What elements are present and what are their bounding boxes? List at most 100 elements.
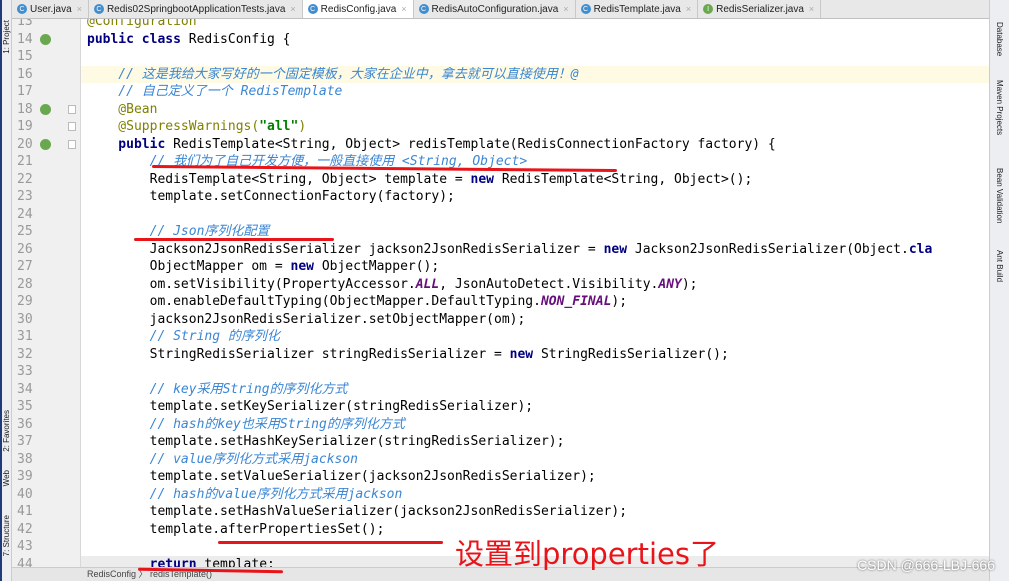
- code-line[interactable]: template.setHashValueSerializer(jackson2…: [81, 503, 989, 521]
- code-token: jackson2JsonRedisSerializer.setObjectMap…: [87, 311, 526, 327]
- tool-maven-projects[interactable]: Maven Projects: [995, 80, 1004, 135]
- bean-gutter-icon[interactable]: [40, 103, 51, 115]
- code-line[interactable]: jackson2JsonRedisSerializer.setObjectMap…: [81, 311, 989, 329]
- code-line[interactable]: // 这是我给大家写好的一个固定模板，大家在企业中，拿去就可以直接使用！@: [81, 65, 989, 83]
- bean-gutter-icon[interactable]: [40, 138, 51, 150]
- line-number-text: 43: [17, 539, 33, 554]
- tab-label: RedisTemplate.java: [593, 3, 681, 15]
- line-number: 28: [12, 276, 80, 294]
- fold-marker-icon[interactable]: [68, 104, 76, 114]
- code-token: template.afterPropertiesSet();: [87, 521, 385, 537]
- line-number-text: 44: [17, 556, 33, 568]
- class-icon: C: [307, 4, 318, 14]
- code-token: // value序列化方式采用jackson: [87, 451, 359, 467]
- code-line[interactable]: public class RedisConfig {: [81, 31, 989, 49]
- close-tab-icon[interactable]: ×: [401, 4, 406, 14]
- code-line[interactable]: public RedisTemplate<String, Object> red…: [81, 136, 989, 154]
- code-line[interactable]: [81, 48, 989, 66]
- code-token: // Json序列化配置: [87, 224, 270, 239]
- code-line[interactable]: [81, 363, 989, 381]
- code-token: ALL: [415, 276, 440, 292]
- line-number-text: 39: [17, 469, 33, 484]
- line-number-text: 22: [17, 171, 33, 187]
- line-number-text: 21: [17, 154, 33, 169]
- code-line[interactable]: // key采用String的序列化方式: [81, 381, 989, 399]
- close-tab-icon[interactable]: ×: [809, 4, 814, 14]
- code-line[interactable]: template.setValueSerializer(jackson2Json…: [81, 468, 989, 486]
- tool-web[interactable]: Web: [2, 470, 11, 486]
- line-number: 20: [12, 136, 80, 154]
- code-token: // String 的序列化: [87, 329, 280, 344]
- tab-label: Redis02SpringbootApplicationTests.java: [106, 3, 286, 15]
- code-line[interactable]: Jackson2JsonRedisSerializer jackson2Json…: [81, 241, 989, 259]
- class-icon: C: [17, 4, 27, 14]
- line-number: 27: [12, 258, 80, 276]
- tool-database[interactable]: Database: [995, 22, 1004, 56]
- code-line[interactable]: // hash的value序列化方式采用jackson: [81, 486, 989, 504]
- line-number-gutter: 13 14 15 16 17 18 19 20 21 22 23 24 25 26 27 28 29 30 31 32…: [12, 19, 81, 567]
- code-line[interactable]: om.setVisibility(PropertyAccessor.ALL, J…: [81, 276, 989, 294]
- code-token: new: [290, 259, 322, 274]
- close-tab-icon[interactable]: ×: [563, 4, 568, 14]
- code-line[interactable]: // String 的序列化: [81, 328, 989, 346]
- window-edge: [0, 0, 2, 581]
- code-line[interactable]: StringRedisSerializer stringRedisSeriali…: [81, 346, 989, 364]
- fold-marker-icon[interactable]: [68, 122, 76, 131]
- code-token: StringRedisSerializer stringRedisSeriali…: [87, 346, 510, 362]
- right-tool-strip: Database Maven Projects Bean Validation …: [989, 0, 1009, 581]
- line-number-text: 18: [17, 101, 33, 117]
- code-line[interactable]: // value序列化方式采用jackson: [81, 451, 989, 469]
- code-line[interactable]: // hash的key也采用String的序列化方式: [81, 416, 989, 434]
- code-token: ): [298, 119, 307, 134]
- code-line[interactable]: [81, 206, 989, 224]
- code-line[interactable]: @SuppressWarnings("all"): [81, 118, 989, 136]
- line-number-text: 15: [17, 49, 33, 64]
- class-icon: C: [580, 4, 591, 14]
- tab-redisconfig-java[interactable]: C RedisConfig.java ×: [302, 0, 414, 18]
- code-token: RedisConfig {: [188, 31, 291, 47]
- tab-label: RedisConfig.java: [320, 3, 397, 15]
- line-number: 32: [12, 346, 80, 364]
- code-line[interactable]: template.setKeySerializer(stringRedisSer…: [81, 398, 989, 416]
- code-token: template.setHashKeySerializer(stringRedi…: [87, 434, 565, 449]
- code-token: om.enableDefaultTyping(ObjectMapper.Defa…: [87, 294, 541, 309]
- tab-label: RedisAutoConfiguration.java: [431, 3, 559, 15]
- code-token: public: [87, 136, 174, 152]
- code-token: template.setConnectionFactory(factory);: [87, 189, 455, 204]
- code-line[interactable]: RedisTemplate<String, Object> template =…: [81, 171, 989, 189]
- tab-redis02springbootapplicationtests-java[interactable]: C Redis02SpringbootApplicationTests.java ×: [89, 0, 303, 18]
- line-number: 14: [12, 31, 80, 49]
- line-number-text: 17: [17, 84, 33, 99]
- tab-redistemplate-java[interactable]: C RedisTemplate.java ×: [576, 0, 699, 18]
- tool-ant-build[interactable]: Ant Build: [995, 250, 1004, 282]
- code-line[interactable]: ObjectMapper om = new ObjectMapper();: [81, 258, 989, 276]
- line-number-text: 29: [17, 294, 33, 309]
- code-line[interactable]: om.enableDefaultTyping(ObjectMapper.Defa…: [81, 293, 989, 311]
- code-line[interactable]: @Configuration: [81, 19, 989, 31]
- close-tab-icon[interactable]: ×: [290, 4, 295, 14]
- code-editor[interactable]: @Configuration public class RedisConfig {…: [81, 19, 989, 567]
- line-number-text: 27: [17, 259, 33, 274]
- tool-bean-validation[interactable]: Bean Validation: [995, 168, 1004, 223]
- code-line[interactable]: @Bean: [81, 101, 989, 119]
- tool-structure[interactable]: 7: Structure: [2, 515, 11, 556]
- line-number-text: 31: [17, 329, 33, 344]
- tool-favorites[interactable]: 2: Favorites: [2, 410, 11, 452]
- code-line[interactable]: template.setHashKeySerializer(stringRedi…: [81, 433, 989, 451]
- close-tab-icon[interactable]: ×: [77, 4, 82, 14]
- close-tab-icon[interactable]: ×: [686, 4, 691, 14]
- tab-user-java[interactable]: C User.java ×: [12, 0, 89, 18]
- line-number: 21: [12, 153, 80, 171]
- code-line[interactable]: // 自己定义了一个 RedisTemplate: [81, 83, 989, 101]
- tab-redisserializer-java[interactable]: I RedisSerializer.java ×: [698, 0, 822, 18]
- line-number: 16: [12, 66, 80, 84]
- fold-marker-icon[interactable]: [68, 139, 76, 149]
- line-number: 37: [12, 433, 80, 451]
- code-line[interactable]: template.setConnectionFactory(factory);: [81, 188, 989, 206]
- line-number: 33: [12, 363, 80, 381]
- tab-redisautoconfiguration-java[interactable]: C RedisAutoConfiguration.java ×: [414, 0, 576, 18]
- code-token: ANY: [658, 276, 682, 292]
- tool-project[interactable]: 1: Project: [2, 20, 11, 54]
- bean-gutter-icon[interactable]: [40, 33, 51, 45]
- line-number: 24: [12, 206, 80, 224]
